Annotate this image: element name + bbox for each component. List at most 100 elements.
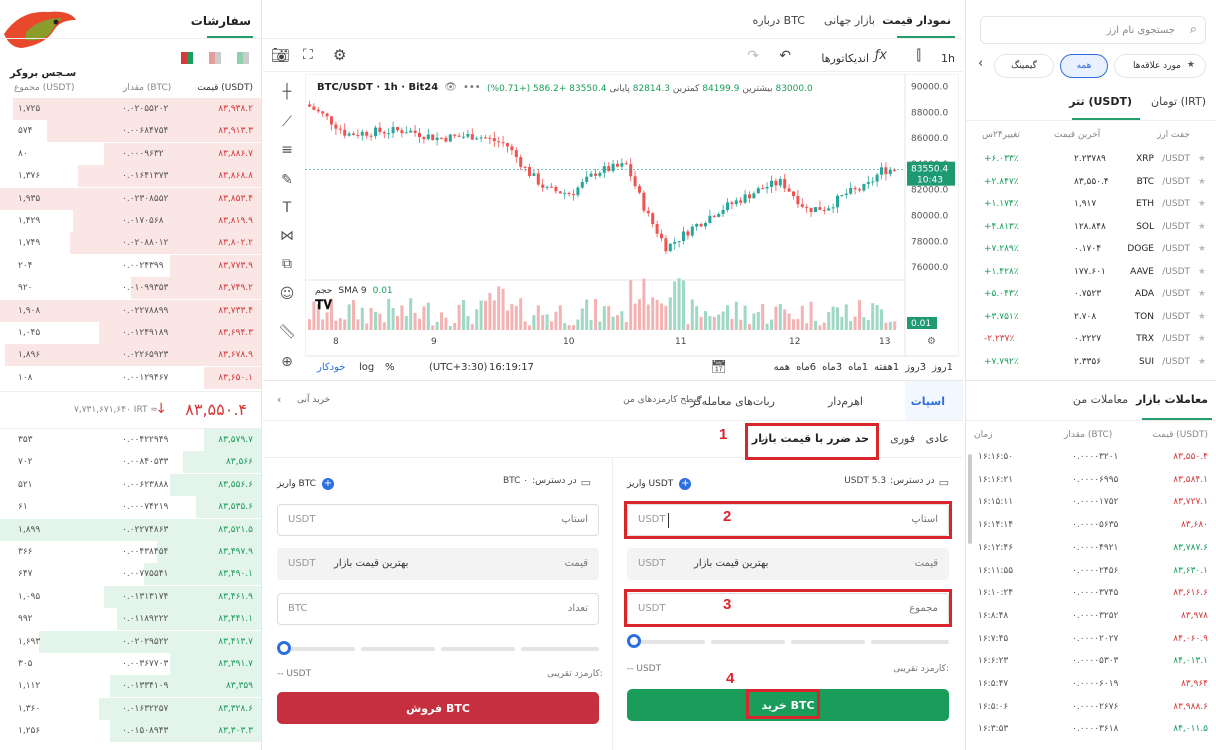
indicators-button[interactable]: اندیکاتورها <box>821 52 869 65</box>
screenshot-icon[interactable]: 📷︎ <box>271 46 290 64</box>
star-icon[interactable]: ★ <box>1198 222 1206 232</box>
hide-eye-icon[interactable]: 👁︎ <box>444 82 457 93</box>
buy-slider-knob[interactable] <box>627 634 641 648</box>
log-toggle[interactable]: log <box>359 362 374 373</box>
crosshair-icon[interactable]: ┼ <box>277 84 297 104</box>
measure-icon[interactable]: ⧉ <box>277 256 297 276</box>
chart-timezone[interactable]: (UTC+3:30) <box>429 362 487 373</box>
orderbook-row[interactable]: ۸۳,۵۲۱.۵ ۰.۰۲۲۷۴۸۶۳ ۱,۸۹۹ <box>0 518 261 541</box>
trendline-icon[interactable]: ⟋ <box>277 114 297 134</box>
indicator-fx-icon[interactable]: ƒx <box>875 48 887 63</box>
market-row[interactable]: ★ /USDT AAVE ۱۷۷.۶۰۱ +۱.۴۲۸٪ <box>966 261 1216 283</box>
range-button[interactable]: 1هفته <box>874 362 899 373</box>
percent-toggle[interactable]: % <box>385 362 395 373</box>
more-dots-icon[interactable]: ••• <box>463 82 481 93</box>
orderbook-row[interactable]: ۸۳,۳۵۹ ۰.۰۱۳۳۴۱۰۹ ۱,۱۱۲ <box>0 675 261 698</box>
brush-icon[interactable]: ✎ <box>277 172 297 192</box>
view-bids-icon[interactable] <box>237 52 249 64</box>
range-button[interactable]: 6ماه <box>796 362 816 373</box>
auto-toggle[interactable]: خودکار <box>317 362 345 373</box>
ruler-icon[interactable]: 📏︎ <box>277 324 297 344</box>
market-row[interactable]: ★ /USDT SOL ۱۲۸.۸۴۸ +۴.۸۱۳٪ <box>966 216 1216 238</box>
chevron-left-icon[interactable]: ‹ <box>978 56 983 71</box>
sell-stop-input[interactable]: استاپ USDT <box>277 504 599 536</box>
orderbook-row[interactable]: ۸۳,۹۱۳.۳ ۰.۰۰۶۸۴۷۵۴ ۵۷۴ <box>0 120 261 143</box>
text-tool-icon[interactable]: T <box>277 200 297 220</box>
view-asks-icon[interactable] <box>209 52 221 64</box>
orderbook-row[interactable]: ۸۳,۶۷۸.۹ ۰.۰۲۲۶۵۹۲۳ ۱,۸۹۶ <box>0 344 261 367</box>
orderbook-row[interactable]: ۸۳,۵۷۹.۷ ۰.۰۰۴۲۲۹۴۹ ۳۵۳ <box>0 429 261 451</box>
orderbook-row[interactable]: ۸۳,۴۴۱.۱ ۰.۰۱۱۸۹۲۲۲ ۹۹۲ <box>0 608 261 631</box>
market-search-input[interactable]: جستجوی نام ارز ⌕ <box>980 16 1206 44</box>
tab-bots[interactable]: ربات‌های معامله‌گر <box>690 395 775 408</box>
orderbook-row[interactable]: ۸۳,۷۴۹.۲ ۰.۰۱۰۹۹۳۵۳ ۹۲۰ <box>0 277 261 300</box>
price-chart[interactable]: 90000.088000.086000.084000.082000.080000… <box>305 74 959 374</box>
instant-buy-link[interactable]: خرید آنی <box>297 395 330 405</box>
star-icon[interactable]: ★ <box>1198 177 1206 187</box>
tab-global-market[interactable]: بازار جهانی <box>824 14 875 27</box>
orderbook-row[interactable]: ۸۳,۷۳۳.۴ ۰.۰۲۲۷۸۸۹۹ ۱,۹۰۸ <box>0 299 261 322</box>
orderbook-row[interactable]: ۸۳,۴۹۷.۹ ۰.۰۰۴۳۸۴۵۴ ۳۶۶ <box>0 541 261 563</box>
range-button[interactable]: 1روز <box>932 362 953 373</box>
sell-percent-slider[interactable] <box>277 641 599 655</box>
orderbook-row[interactable]: ۸۳,۶۵۰.۱ ۰.۰۰۱۲۹۴۶۷ ۱۰۸ <box>0 366 261 389</box>
order-type-instant[interactable]: فوری <box>890 432 915 445</box>
orderbook-row[interactable]: ۸۳,۸۶۸.۸ ۰.۰۱۶۴۱۳۷۳ ۱,۳۷۶ <box>0 165 261 188</box>
trades-scrollbar[interactable] <box>968 454 972 544</box>
sell-slider-knob[interactable] <box>277 641 291 655</box>
orderbook-row[interactable]: ۸۳,۶۹۴.۳ ۰.۰۱۲۴۹۱۸۹ ۱,۰۴۵ <box>0 322 261 344</box>
star-icon[interactable]: ★ <box>1198 244 1206 254</box>
filter-gaming[interactable]: گیمینگ <box>994 54 1054 78</box>
tab-price-chart[interactable]: نمودار قیمت <box>882 14 951 27</box>
range-button[interactable]: همه <box>774 362 790 373</box>
range-button[interactable]: 3ماه <box>822 362 842 373</box>
market-row[interactable]: ★ /USDT ADA ۰.۷۵۲۳ +۵.۰۴۳٪ <box>966 283 1216 305</box>
redo-icon[interactable]: ↷ <box>747 48 759 64</box>
zoom-in-icon[interactable]: ⊕ <box>277 354 297 374</box>
tab-my-trades[interactable]: معاملات من <box>1073 393 1128 406</box>
orderbook-row[interactable]: ۸۳,۵۳۵.۶ ۰.۰۰۰۷۴۲۱۹ ۶۱ <box>0 496 261 519</box>
filter-favorites[interactable]: مورد علاقه‌ها ★ <box>1114 54 1206 78</box>
orderbook-row[interactable]: ۸۳,۳۲۸.۶ ۰.۰۱۶۳۲۲۵۷ ۱,۳۶۰ <box>0 697 261 720</box>
fee-level-link[interactable]: سطح کارمزدهای من <box>623 395 701 405</box>
orderbook-row[interactable]: ۸۳,۹۳۸.۲ ۰.۰۲۰۵۵۲۰۲ ۱,۷۲۵ <box>0 98 261 120</box>
market-row[interactable]: ★ /USDT TON ۲.۷۰۸ +۳.۷۵۱٪ <box>966 306 1216 328</box>
tab-about-btc[interactable]: درباره BTC <box>752 14 805 27</box>
orderbook-row[interactable]: ۸۳,۴۶۱.۹ ۰.۰۱۳۱۳۱۷۴ ۱,۰۹۵ <box>0 585 261 608</box>
orderbook-row[interactable]: ۸۳,۸۰۲.۲ ۰.۰۲۰۸۸۰۱۲ ۱,۷۴۹ <box>0 232 261 255</box>
sell-deposit-link[interactable]: واریز BTC + <box>277 478 334 490</box>
star-icon[interactable]: ★ <box>1198 289 1206 299</box>
settings-gear-icon[interactable]: ⚙ <box>333 46 346 64</box>
view-both-icon[interactable] <box>181 52 193 64</box>
orderbook-row[interactable]: ۸۳,۸۱۹.۹ ۰.۰۱۷۰۵۶۸ ۱,۴۲۹ <box>0 210 261 232</box>
range-button[interactable]: 3روز <box>905 362 926 373</box>
star-icon[interactable]: ★ <box>1198 199 1206 209</box>
fullscreen-icon[interactable]: ⛶ <box>303 47 313 63</box>
interval-selector[interactable]: 1h <box>941 52 955 65</box>
chart-settings-icon[interactable]: ⚙ <box>927 336 936 347</box>
orderbook-row[interactable]: ۸۳,۵۵۶.۶ ۰.۰۰۶۲۳۸۸۸ ۵۲۱ <box>0 473 261 496</box>
orderbook-row[interactable]: ۸۳,۳۹۱.۷ ۰.۰۰۳۶۷۷۰۳ ۳۰۵ <box>0 653 261 675</box>
market-row[interactable]: ★ /USDT DOGE ۰.۱۷۰۴ +۷.۲۸۹٪ <box>966 238 1216 260</box>
tab-spot[interactable]: اسپات <box>911 395 945 408</box>
star-icon[interactable]: ★ <box>1198 334 1206 344</box>
star-icon[interactable]: ★ <box>1198 154 1206 164</box>
tab-leverage[interactable]: اهرم‌دار <box>828 395 863 408</box>
star-icon[interactable]: ★ <box>1198 312 1206 322</box>
order-type-normal[interactable]: عادی <box>926 432 949 445</box>
star-icon[interactable]: ★ <box>1198 357 1206 367</box>
calendar-icon[interactable]: 📅︎ <box>710 360 727 375</box>
filter-all[interactable]: همه <box>1060 54 1108 78</box>
undo-icon[interactable]: ↶ <box>779 48 791 64</box>
orderbook-row[interactable]: ۸۳,۸۵۳.۴ ۰.۰۲۳۰۸۵۵۲ ۱,۹۳۵ <box>0 187 261 210</box>
tab-usdt[interactable]: تتر (USDT) <box>1069 95 1132 108</box>
orderbook-row[interactable]: ۸۳,۵۶۶ ۰.۰۰۸۴۰۵۳۳ ۷۰۲ <box>0 451 261 474</box>
buy-deposit-link[interactable]: واریز USDT + <box>627 478 692 490</box>
tab-irt[interactable]: تومان (IRT) <box>1151 95 1206 108</box>
market-row[interactable]: ★ /USDT ETH ۱,۹۱۷ +۱.۱۷۴٪ <box>966 193 1216 215</box>
horizontal-lines-icon[interactable]: ≡ <box>277 142 297 162</box>
pattern-icon[interactable]: ⋈ <box>277 228 297 248</box>
orderbook-row[interactable]: ۸۳,۴۱۳.۷ ۰.۰۲۰۲۹۵۲۲ ۱,۶۹۳ <box>0 630 261 653</box>
orderbook-row[interactable]: ۸۳,۷۷۳.۹ ۰.۰۰۲۴۳۹۹ ۲۰۴ <box>0 254 261 277</box>
sell-btc-button[interactable]: فروش BTC <box>277 692 599 724</box>
